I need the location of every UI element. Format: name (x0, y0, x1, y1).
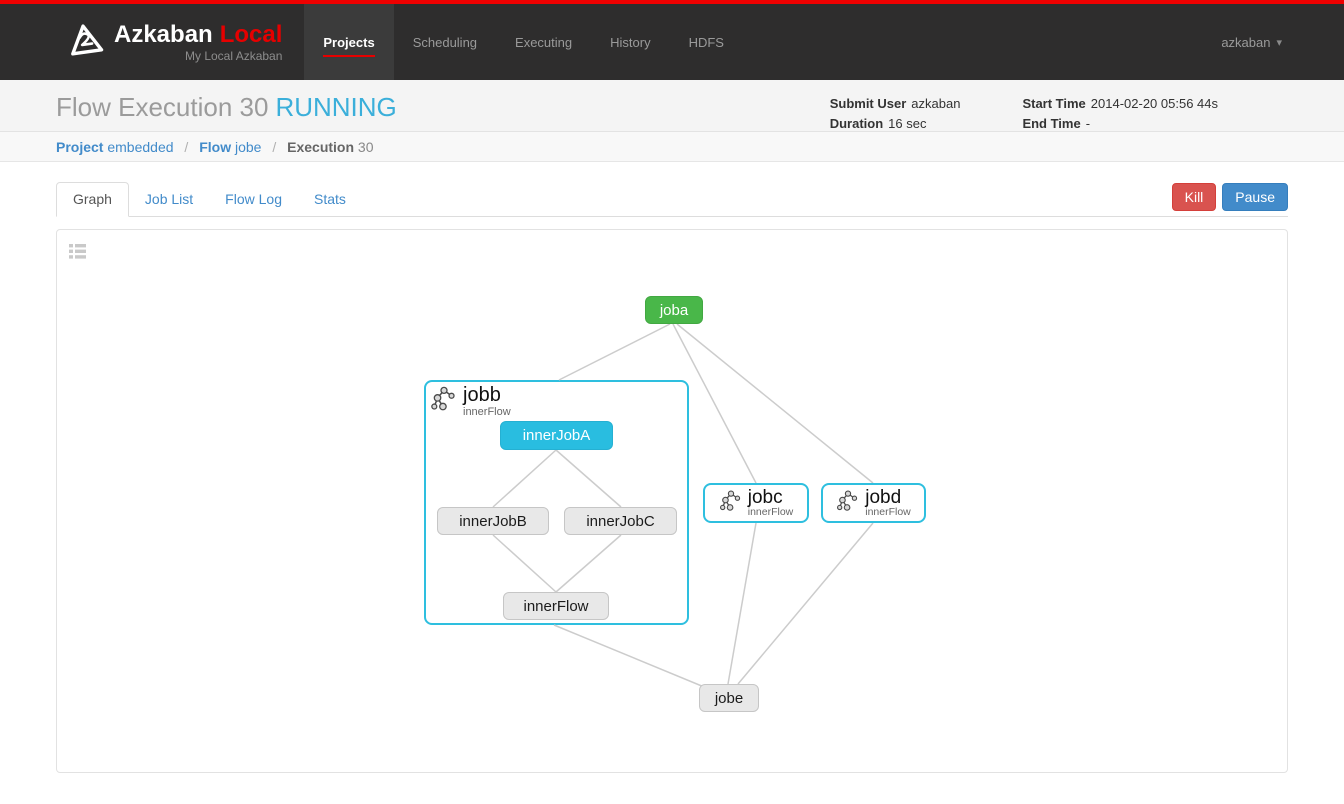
flow-node-jobb-type: innerFlow (463, 406, 511, 418)
brand-accent: Local (219, 20, 283, 48)
embedded-flow-icon (836, 489, 860, 518)
nav-item-projects[interactable]: Projects (304, 4, 394, 80)
breadcrumb-flow-link[interactable]: Flow jobe (199, 139, 261, 155)
pause-button[interactable]: Pause (1222, 183, 1288, 211)
page-header: Flow Execution 30 RUNNING Submit User azka… (0, 80, 1344, 132)
tab-stats[interactable]: Stats (298, 183, 362, 216)
breadcrumb-execution-current: Execution 30 (287, 139, 374, 155)
brand-home-link[interactable]: Azkaban Local My Local Azkaban (0, 4, 282, 80)
tab-graph[interactable]: Graph (56, 182, 129, 217)
end-time-value: - (1085, 116, 1091, 131)
tab-bar: Graph Job List Flow Log Stats Kill Pause (56, 182, 1288, 217)
start-time-label: Start Time (1022, 96, 1086, 111)
kill-button[interactable]: Kill (1171, 183, 1217, 211)
status-badge: RUNNING (275, 92, 397, 122)
embedded-flow-icon (719, 489, 743, 518)
submit-user-value: azkaban (911, 96, 961, 111)
node-innerJobB[interactable]: innerJobB (437, 507, 549, 535)
start-time-value: 2014-02-20 05:56 44s (1090, 96, 1218, 111)
nav-item-scheduling[interactable]: Scheduling (394, 4, 496, 80)
breadcrumb-separator: / (184, 139, 189, 155)
nav-item-history[interactable]: History (591, 4, 669, 80)
navbar: Azkaban Local My Local Azkaban Projects S… (0, 4, 1344, 80)
user-name: azkaban (1221, 34, 1271, 50)
brand-subtitle: My Local Azkaban (185, 48, 283, 63)
flow-graph-canvas[interactable]: jobb innerFlow joba innerJobA innerJobB … (56, 229, 1288, 773)
duration-value: 16 sec (888, 116, 927, 131)
submit-user-label: Submit User (829, 96, 907, 111)
execution-meta: Submit User azkaban Duration 16 sec Start … (830, 93, 1218, 134)
node-joba[interactable]: joba (645, 296, 703, 324)
page-title: Flow Execution 30 RUNNING (56, 92, 397, 122)
flow-node-jobd-type: innerFlow (865, 506, 911, 518)
user-dropdown[interactable]: azkaban ▾ (1221, 4, 1344, 80)
breadcrumb-separator: / (272, 139, 277, 155)
flow-node-jobc-type: innerFlow (747, 506, 794, 518)
flow-node-jobd-label: jobd (865, 487, 902, 508)
breadcrumb-project-link[interactable]: Project embedded (56, 139, 174, 155)
tab-flow-log[interactable]: Flow Log (209, 183, 298, 216)
azkaban-logo-icon (66, 22, 104, 63)
flow-node-jobb-header[interactable]: jobb innerFlow (430, 385, 511, 418)
node-innerJobC[interactable]: innerJobC (564, 507, 677, 535)
brand-name: Azkaban (114, 20, 213, 48)
main-nav: Projects Scheduling Executing History HD… (304, 4, 743, 80)
flow-node-jobd[interactable]: jobd innerFlow (821, 483, 926, 523)
tab-job-list[interactable]: Job List (129, 183, 209, 216)
node-innerFlow[interactable]: innerFlow (503, 592, 609, 620)
duration-label: Duration (829, 116, 884, 131)
breadcrumb: Project embedded / Flow jobe / Execution… (0, 132, 1344, 162)
graph-options-list-icon[interactable] (69, 244, 86, 264)
node-innerJobA[interactable]: innerJobA (500, 421, 613, 450)
nav-item-hdfs[interactable]: HDFS (670, 4, 743, 80)
caret-down-icon: ▾ (1276, 36, 1282, 49)
end-time-label: End Time (1022, 116, 1081, 131)
nav-item-executing[interactable]: Executing (496, 4, 591, 80)
flow-node-jobc-label: jobc (747, 487, 783, 508)
flow-node-jobc[interactable]: jobc innerFlow (703, 483, 809, 523)
flow-node-jobb-label: jobb (463, 384, 501, 406)
node-jobe[interactable]: jobe (699, 684, 759, 712)
embedded-flow-icon (430, 385, 458, 418)
